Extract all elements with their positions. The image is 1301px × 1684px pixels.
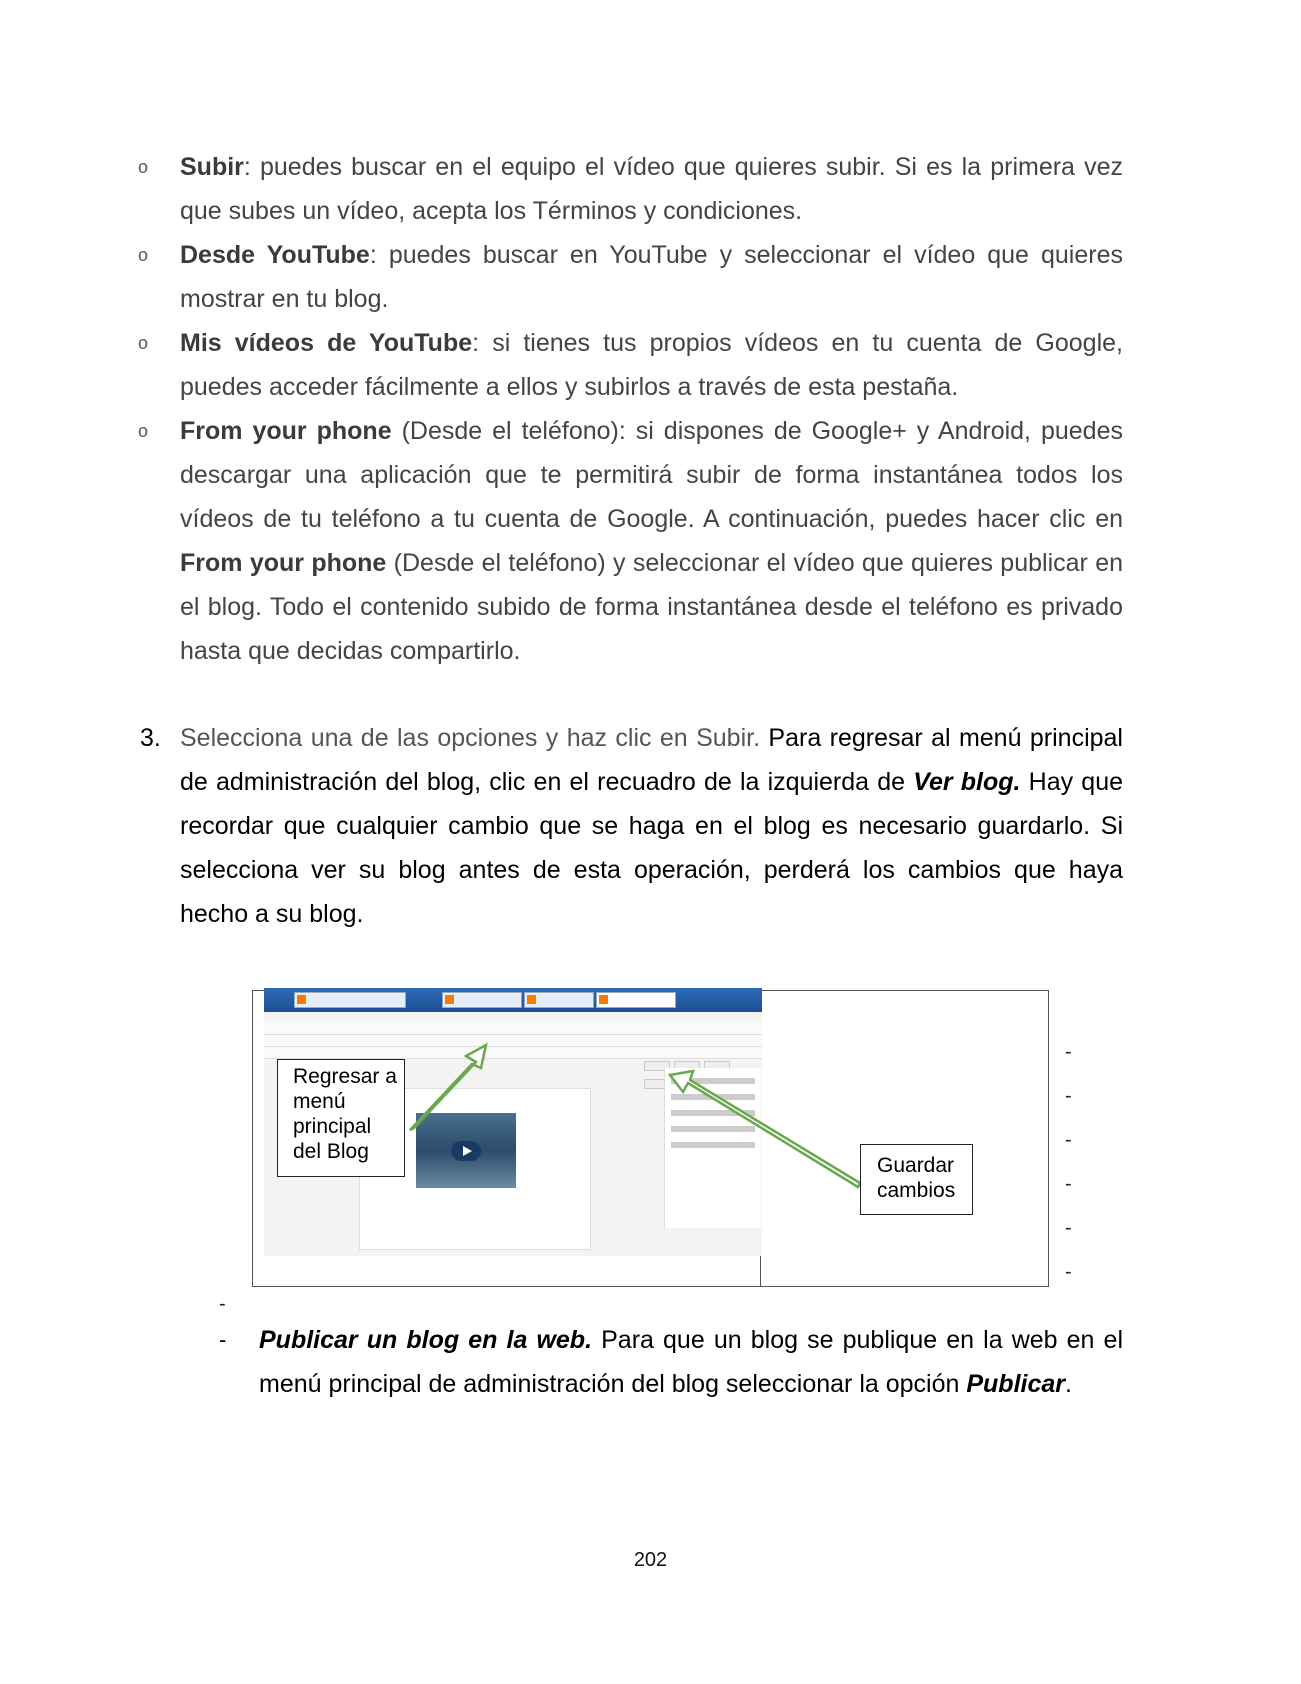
dash: - [1065, 1085, 1072, 1107]
publish-emphasis: Publicar [966, 1370, 1066, 1398]
arrow-to-guardar [667, 1069, 862, 1189]
dash: - [1065, 1173, 1072, 1195]
dash: - [219, 1293, 226, 1315]
dash: - [1065, 1261, 1072, 1283]
callout-guardar: Guardar cambios [860, 1144, 973, 1215]
dash: - [1065, 1041, 1072, 1063]
figure-arrows [409, 1042, 862, 1189]
callout-regresar: Regresar a menú principal del Blog [277, 1059, 405, 1177]
dash: - [1065, 1129, 1072, 1151]
dash-column: - - - - - - [1065, 1030, 1072, 1294]
page-number: 202 [633, 1549, 668, 1571]
publish-item: - Publicar un blog en la web. Para que u… [219, 1318, 1123, 1406]
publish-emphasis: Publicar un blog en la web. [259, 1326, 593, 1354]
dash: - [219, 1327, 227, 1352]
arrow-to-ver-blog [409, 1042, 488, 1132]
dash: - [1065, 1217, 1072, 1239]
publish-text-end: . [1065, 1370, 1072, 1398]
